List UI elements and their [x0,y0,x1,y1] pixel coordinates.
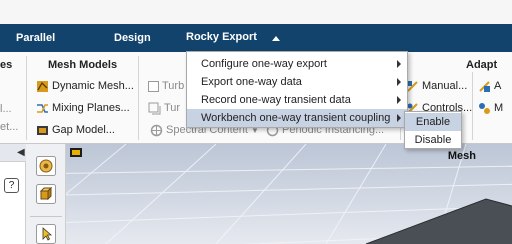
fit-view-icon[interactable] [36,156,56,176]
adapt-title: Adapt [466,59,498,71]
isometric-view-icon[interactable] [36,184,56,204]
turbo-2-label: Tur [164,102,181,114]
separator [30,216,62,217]
adapt-a-icon [479,80,490,92]
title-strip [0,0,512,24]
graphics-toolbar [26,144,66,244]
partial-group-title: es [0,59,13,71]
menu-parallel[interactable]: Parallel [16,32,55,44]
gap-model-button[interactable]: Gap Model... [36,122,115,138]
menu-item-workbench-one-way-transient-coupling[interactable]: Workbench one-way transient coupling [187,109,407,127]
mixing-planes-button[interactable]: Mixing Planes... [36,100,130,116]
adapt-m-label: M [494,102,504,114]
spectral-icon [150,124,163,136]
separator [138,56,139,140]
adapt-manual-button[interactable]: Manual... [406,78,467,94]
coupling-submenu: Enable Disable [404,111,462,149]
submenu-item-enable[interactable]: Enable [405,113,461,131]
chevron-left-icon[interactable]: ◀ [17,147,25,158]
outline-panel-header: ◀ [0,144,26,162]
submenu-arrow-icon [397,78,401,86]
turbo-topology-button[interactable]: Tur [148,100,180,116]
dynamic-mesh-label: Dynamic Mesh... [52,80,134,92]
adapt-a-label: A [494,80,502,92]
select-pointer-icon[interactable] [36,224,56,244]
submenu-arrow-icon [397,114,401,122]
gap-model-icon [37,125,48,135]
mixing-planes-label: Mixing Planes... [52,102,130,114]
rocky-export-dropdown: Configure one-way export Export one-way … [186,51,408,128]
turbo-checkbox[interactable]: Turb [148,78,184,94]
dynamic-mesh-button[interactable]: Dynamic Mesh... [36,78,134,94]
graphics-viewport[interactable]: Mesh [66,144,512,244]
mesh-geometry [366,199,512,244]
menu-design[interactable]: Design [114,32,151,44]
ground-grid [66,144,512,244]
menu-rocky-export[interactable]: Rocky Export [186,31,257,43]
turbo-icon [148,102,161,114]
outline-panel: ◀ ? [0,144,26,244]
adapt-m-button[interactable]: M [478,100,503,116]
menu-item-configure-one-way-export[interactable]: Configure one-way export [187,55,407,73]
submenu-item-disable[interactable]: Disable [405,131,461,149]
menu-item-label: Record one-way transient data [201,94,351,106]
mesh-models-title: Mesh Models [48,59,118,71]
menu-item-label: Export one-way data [201,76,302,88]
dynamic-mesh-icon [37,80,48,92]
help-icon[interactable]: ? [4,178,19,193]
partial-left-mid: l... [0,103,12,115]
menu-item-label: Configure one-way export [201,58,327,70]
turbo-label: Turb [162,80,185,92]
manual-label: Manual... [422,80,468,92]
adapt-m-icon [479,102,490,114]
gap-model-label: Gap Model... [52,124,115,136]
submenu-arrow-icon [397,60,401,68]
menu-item-record-one-way-transient-data[interactable]: Record one-way transient data [187,91,407,109]
menu-item-label: Workbench one-way transient coupling [201,112,391,124]
partial-left-bottom: et... [0,121,19,133]
viewport-title: Mesh [447,150,476,162]
separator [472,72,473,140]
checkbox-icon [148,80,159,92]
menu-item-export-one-way-data[interactable]: Export one-way data [187,73,407,91]
adapt-a-button[interactable]: A [478,78,501,94]
caret-up-icon [272,36,280,41]
separator [26,56,27,140]
mixing-planes-icon [37,103,48,113]
submenu-arrow-icon [397,96,401,104]
menu-bar: Parallel Design Rocky Export [0,24,512,52]
